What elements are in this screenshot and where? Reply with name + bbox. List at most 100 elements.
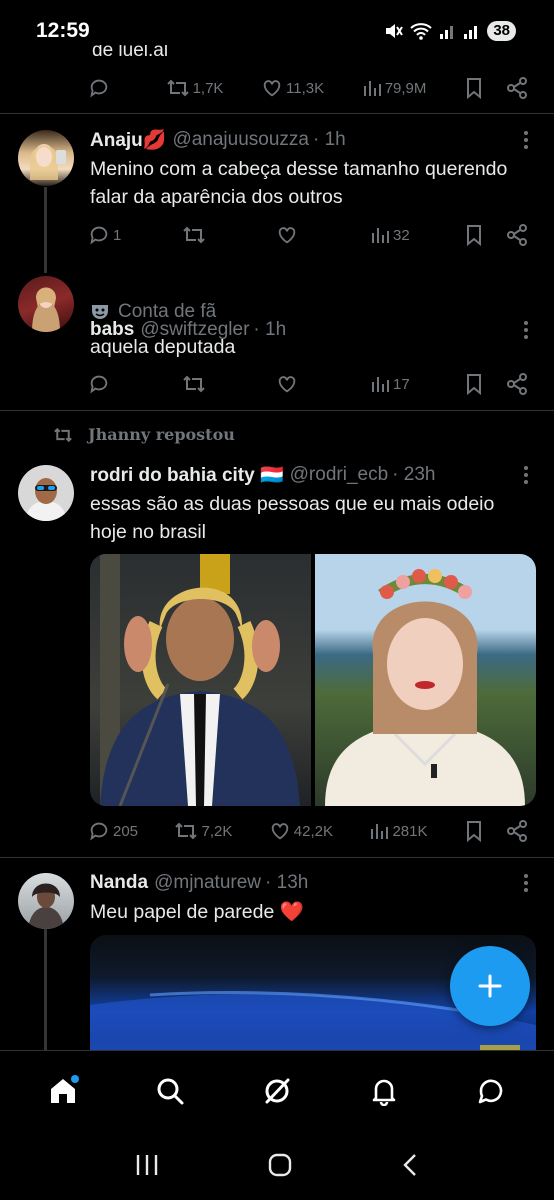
avatar-image	[30, 144, 66, 180]
share-icon[interactable]	[506, 373, 528, 395]
retweet-button[interactable]	[182, 224, 222, 246]
divider	[0, 113, 554, 114]
bookmark-icon[interactable]	[464, 77, 484, 99]
views-icon	[363, 81, 381, 96]
tweet-media[interactable]	[90, 554, 536, 806]
avatar[interactable]	[18, 465, 74, 521]
views-count: 17	[393, 375, 410, 393]
handle[interactable]: @rodri_ecb	[290, 464, 389, 486]
repost-indicator[interactable]: Jhanny repostou	[52, 425, 235, 444]
tweet-actions: 17	[88, 369, 528, 399]
battery-indicator: 38	[487, 21, 516, 41]
search-icon	[157, 1078, 184, 1104]
home-circle-icon[interactable]	[267, 1152, 293, 1178]
reply-icon	[90, 375, 108, 394]
timestamp: · 1h	[312, 129, 346, 150]
reply-icon	[90, 226, 108, 245]
nav-home[interactable]	[33, 1061, 93, 1121]
retweet-icon	[183, 375, 205, 393]
like-count: 11,3K	[286, 79, 325, 97]
share-icon[interactable]	[506, 224, 528, 246]
tweet-header: Nanda @mjnaturew · 13h	[90, 870, 308, 896]
tweet-text: Menino com a cabeça desse tamanho queren…	[90, 158, 508, 208]
views-count: 79,9M	[384, 79, 427, 97]
repost-label: Jhanny repostou	[88, 425, 235, 444]
photo-woman	[325, 569, 525, 806]
tweet-actions: 205 7,2K 42,2K 281K	[88, 816, 528, 846]
retweet-count: 1,7K	[192, 79, 224, 97]
avatar[interactable]	[18, 130, 74, 186]
fan-account-badge: Conta de fã	[90, 301, 216, 323]
handle[interactable]: @mjnaturew	[154, 872, 261, 894]
divider	[0, 857, 554, 858]
views-button[interactable]: 79,9M	[362, 78, 427, 98]
timestamp: · 23h	[392, 464, 436, 485]
fan-badge-label: Conta de fã	[118, 301, 217, 322]
reply-button[interactable]	[88, 373, 128, 395]
heart-icon	[278, 227, 296, 244]
like-button[interactable]	[276, 224, 316, 246]
nav-messages[interactable]	[461, 1061, 521, 1121]
bookmark-icon[interactable]	[464, 820, 484, 842]
grok-icon	[265, 1078, 290, 1103]
like-button[interactable]: 42,2K	[269, 820, 333, 842]
reply-button[interactable]	[88, 77, 128, 99]
like-button[interactable]: 11,3K	[261, 77, 324, 99]
display-name[interactable]: rodri do bahia city 🇱🇺	[90, 463, 284, 487]
avatar[interactable]	[18, 873, 74, 929]
views-count: 32	[393, 226, 410, 244]
views-count: 281K	[392, 822, 428, 840]
handle[interactable]: @anajuusouzza	[172, 129, 309, 151]
retweet-button[interactable]: 1,7K	[166, 77, 224, 99]
nav-notifications[interactable]	[354, 1061, 414, 1121]
nav-grok[interactable]	[247, 1061, 307, 1121]
more-options-button[interactable]	[524, 131, 528, 149]
avatar-image	[32, 287, 60, 332]
share-icon[interactable]	[506, 820, 528, 842]
views-button[interactable]: 281K	[369, 821, 428, 841]
reply-count: 1	[113, 226, 122, 244]
nav-search[interactable]	[140, 1061, 200, 1121]
reply-button[interactable]: 205	[88, 820, 138, 842]
heart-icon	[263, 80, 281, 97]
media-image-right[interactable]	[315, 554, 536, 806]
wifi-icon	[410, 23, 432, 40]
share-icon[interactable]	[506, 77, 528, 99]
notification-dot	[71, 1074, 80, 1083]
system-navigation-bar	[0, 1130, 554, 1200]
thread-line	[44, 929, 47, 1050]
views-button[interactable]: 32	[370, 225, 410, 245]
reply-icon	[90, 822, 108, 841]
display-name[interactable]: Anaju💋	[90, 128, 166, 152]
avatar[interactable]	[18, 276, 74, 332]
thread-line	[44, 187, 47, 273]
views-icon	[372, 377, 389, 392]
recent-apps-icon[interactable]	[134, 1153, 160, 1177]
bottom-navigation	[0, 1050, 554, 1130]
reply-icon	[90, 79, 108, 98]
heart-icon	[278, 376, 296, 393]
views-icon	[371, 824, 389, 839]
retweet-icon	[166, 79, 189, 97]
retweet-button[interactable]: 7,2K	[174, 820, 232, 842]
media-image-left[interactable]	[90, 554, 311, 806]
display-name[interactable]: Nanda	[90, 872, 148, 894]
bookmark-icon[interactable]	[464, 373, 484, 395]
avatar-image	[28, 883, 64, 929]
more-options-button[interactable]	[524, 466, 528, 484]
compose-tweet-button[interactable]	[450, 946, 530, 1026]
plus-icon	[478, 974, 502, 998]
more-options-button[interactable]	[524, 874, 528, 892]
reply-button[interactable]: 1	[88, 224, 128, 246]
retweet-button[interactable]	[182, 373, 222, 395]
more-options-button[interactable]	[524, 321, 528, 339]
bookmark-icon[interactable]	[464, 224, 484, 246]
views-button[interactable]: 17	[370, 374, 410, 394]
reply-count: 205	[113, 822, 139, 840]
status-icons: 38	[383, 21, 516, 41]
timeline-feed[interactable]: de luel.al 1,7K 11,3K 79,9M Anaju💋 @anaj…	[0, 45, 554, 1050]
back-icon[interactable]	[400, 1152, 420, 1178]
retweet-icon	[175, 822, 198, 840]
retweet-icon	[54, 427, 72, 442]
like-button[interactable]	[276, 373, 316, 395]
